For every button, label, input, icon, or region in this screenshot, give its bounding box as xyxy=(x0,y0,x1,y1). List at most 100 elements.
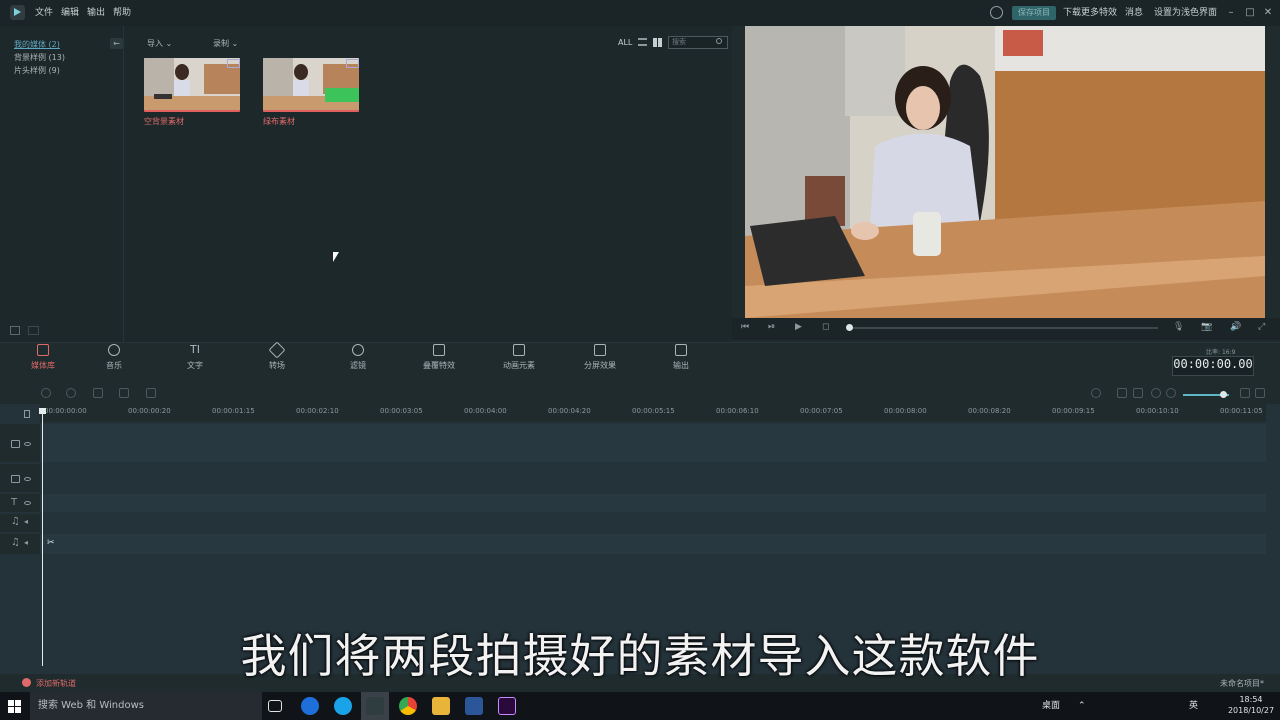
audio-track-2[interactable] xyxy=(40,534,1266,554)
preview-scrubber[interactable] xyxy=(848,327,1158,329)
eye-icon[interactable] xyxy=(24,477,31,481)
cut-icon[interactable] xyxy=(119,388,129,398)
desktop-toolbar[interactable]: 桌面 xyxy=(1042,692,1060,720)
volume-icon[interactable]: 🔊 xyxy=(1230,322,1241,332)
track-header-audio-2 xyxy=(0,534,40,554)
taskbar-search-input[interactable]: 搜索 Web 和 Windows xyxy=(30,692,262,720)
menu-help[interactable]: 帮助 xyxy=(113,0,131,26)
settings-icon[interactable] xyxy=(93,388,103,398)
play-icon[interactable]: ▶ xyxy=(795,322,802,332)
taskbar-clock[interactable]: 18:54 2018/10/27 xyxy=(1226,694,1276,716)
clip-name: 绿布素材 xyxy=(263,117,295,126)
speaker-icon[interactable]: ◂ xyxy=(24,517,28,526)
input-language[interactable]: 英 xyxy=(1189,692,1198,720)
add-folder-icon[interactable] xyxy=(10,326,20,335)
file-explorer-icon[interactable] xyxy=(432,697,450,715)
preview-video[interactable] xyxy=(745,26,1265,318)
tick-label: 00:00:01:15 xyxy=(212,407,255,415)
eye-icon[interactable] xyxy=(24,442,31,446)
tab-transition[interactable]: 转场 xyxy=(247,341,307,371)
tray-chevron-icon[interactable]: ⌃ xyxy=(1078,692,1086,720)
windows-start-icon[interactable] xyxy=(8,699,22,713)
word-icon[interactable] xyxy=(465,697,483,715)
undo-icon[interactable] xyxy=(41,388,51,398)
clip-thumbnail[interactable] xyxy=(263,58,359,112)
snapshot-icon[interactable]: 📷 xyxy=(1201,322,1212,332)
import-dropdown[interactable]: 导入 ⌄ xyxy=(147,38,172,49)
download-effects-link[interactable]: 下载更多特效 xyxy=(1063,0,1117,26)
delete-icon[interactable] xyxy=(146,388,156,398)
video-badge-icon xyxy=(346,59,359,68)
snap-icon[interactable] xyxy=(24,410,30,418)
save-project-button[interactable]: 保存项目 xyxy=(1012,6,1056,20)
tick-label: 00:00:08:00 xyxy=(884,407,927,415)
tab-elements[interactable]: 动画元素 xyxy=(489,344,549,371)
record-dropdown[interactable]: 录制 ⌄ xyxy=(213,38,238,49)
tab-media[interactable]: 媒体库 xyxy=(13,344,73,371)
clip-thumbnail[interactable] xyxy=(144,58,240,112)
chrome-icon[interactable] xyxy=(399,697,417,715)
task-view-icon[interactable] xyxy=(268,700,282,712)
tab-music[interactable]: 音乐 xyxy=(84,344,144,371)
overlay-icon xyxy=(433,344,445,356)
render-icon[interactable] xyxy=(1091,388,1101,398)
zoom-slider-handle[interactable] xyxy=(1220,391,1227,398)
zoom-out-icon[interactable] xyxy=(1151,388,1161,398)
fit-icon[interactable] xyxy=(1133,388,1143,398)
menu-edit[interactable]: 编辑 xyxy=(61,0,79,26)
maximize-icon[interactable]: □ xyxy=(1241,0,1259,26)
menu-export[interactable]: 输出 xyxy=(87,0,105,26)
track-header-text xyxy=(0,494,40,512)
step-icon[interactable]: ⏯ xyxy=(768,322,775,332)
category-my-media[interactable]: 我的媒体 (2) xyxy=(14,39,60,50)
category-background-samples[interactable]: 背景样例 (13) xyxy=(14,52,65,63)
fullscreen-icon[interactable]: ⤢ xyxy=(1258,322,1265,332)
menu-file[interactable]: 文件 xyxy=(35,0,53,26)
audio-mixer-icon[interactable] xyxy=(1117,388,1127,398)
tab-export[interactable]: 输出 xyxy=(651,344,711,371)
stop-icon[interactable]: ◻ xyxy=(822,322,829,332)
text-track[interactable] xyxy=(40,494,1266,512)
microphone-icon[interactable]: 🎙 xyxy=(1173,322,1184,332)
redo-icon[interactable] xyxy=(66,388,76,398)
scrubber-handle[interactable] xyxy=(846,324,853,331)
tick-label: 00:00:02:10 xyxy=(296,407,339,415)
edge-browser-icon[interactable] xyxy=(301,697,319,715)
remove-folder-icon[interactable] xyxy=(28,326,39,335)
zoom-in-icon[interactable] xyxy=(1166,388,1176,398)
tab-filter[interactable]: 滤镜 xyxy=(328,344,388,371)
filmora-icon[interactable] xyxy=(366,697,384,715)
folder-icon xyxy=(37,344,49,356)
tick-label: 00:00:04:20 xyxy=(548,407,591,415)
split-screen-icon xyxy=(594,344,606,356)
audio-track[interactable] xyxy=(40,514,1266,532)
search-icon[interactable] xyxy=(716,38,722,44)
light-mode-link[interactable]: 设置为浅色界面 xyxy=(1154,0,1217,26)
skip-back-icon[interactable]: ⏮ xyxy=(741,322,749,332)
list-icon[interactable] xyxy=(1240,388,1250,398)
tick-label: 00:00:00:20 xyxy=(128,407,171,415)
video-track[interactable] xyxy=(40,424,1266,462)
tick-label: 00:00:07:05 xyxy=(800,407,843,415)
messages-link[interactable]: 消息 xyxy=(1125,0,1143,26)
grid-view-icon[interactable] xyxy=(653,38,662,47)
close-icon[interactable]: ✕ xyxy=(1259,0,1277,26)
category-intro-samples[interactable]: 片头样例 (9) xyxy=(14,65,60,76)
grid-icon[interactable] xyxy=(1255,388,1265,398)
skype-icon[interactable] xyxy=(334,697,352,715)
video-track-icon xyxy=(11,440,20,448)
list-view-icon[interactable] xyxy=(638,38,647,46)
minimize-icon[interactable]: – xyxy=(1222,0,1240,26)
premiere-icon[interactable] xyxy=(498,697,516,715)
scissors-icon[interactable]: ✂ xyxy=(47,538,55,548)
tab-overlay[interactable]: 叠覆特效 xyxy=(409,344,469,371)
collapse-sidebar-icon[interactable]: ← xyxy=(110,38,123,49)
overlay-track[interactable] xyxy=(40,464,1266,492)
speaker-icon[interactable]: ◂ xyxy=(24,538,28,547)
tab-text[interactable]: TI 文字 xyxy=(165,344,225,371)
eye-icon[interactable] xyxy=(24,501,31,505)
account-icon[interactable] xyxy=(990,6,1003,19)
filter-all[interactable]: ALL xyxy=(618,38,632,47)
tab-split-screen[interactable]: 分屏效果 xyxy=(570,344,630,371)
video-subtitle: 我们将两段拍摄好的素材导入这款软件 xyxy=(240,629,1040,683)
